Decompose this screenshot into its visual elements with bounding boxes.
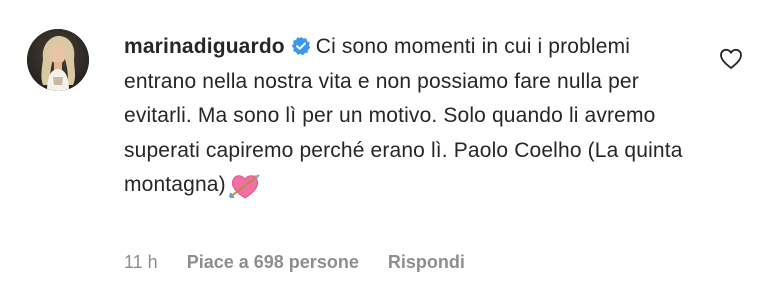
verified-badge-icon bbox=[291, 33, 311, 56]
comment-text: Ci sono momenti in cui i problemi entran… bbox=[124, 35, 683, 196]
likes-count-link[interactable]: Piace a 698 persone bbox=[187, 252, 359, 272]
timestamp[interactable]: 11 h bbox=[124, 252, 158, 272]
comment-body: marinadiguardo Ci sono momenti in cui i p… bbox=[124, 30, 694, 203]
heart-with-arrow-emoji-icon bbox=[228, 171, 262, 201]
comment-meta: 11 h Piace a 698 persone Rispondi bbox=[124, 252, 489, 273]
avatar-image bbox=[27, 29, 89, 91]
comment: marinadiguardo Ci sono momenti in cui i p… bbox=[0, 0, 767, 307]
avatar[interactable] bbox=[27, 29, 89, 91]
heart-outline-icon[interactable] bbox=[719, 48, 743, 70]
reply-button[interactable]: Rispondi bbox=[388, 252, 465, 272]
username-link[interactable]: marinadiguardo bbox=[124, 35, 285, 58]
